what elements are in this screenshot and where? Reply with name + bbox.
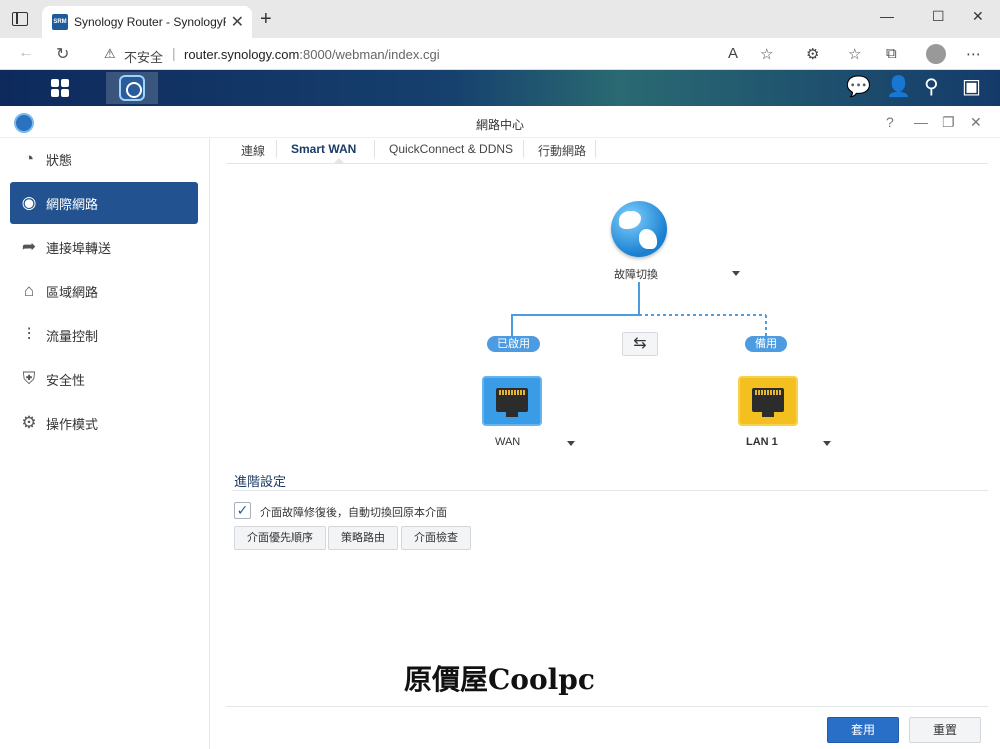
- refresh-icon[interactable]: ↻: [56, 44, 69, 64]
- internet-globe-icon: [611, 201, 667, 257]
- failover-mode-label: 故障切換: [614, 269, 658, 281]
- network-center-icon: [119, 75, 145, 101]
- srm-taskbar: 💬 👤 ⚲ ▣: [0, 70, 1000, 106]
- url-path: :8000/webman/index.cgi: [299, 47, 440, 62]
- favorite-add-icon[interactable]: ☆: [760, 45, 773, 63]
- insecure-label: 不安全: [124, 50, 164, 65]
- ethernet-pins: [499, 390, 525, 395]
- srm-favicon-icon: SRM: [52, 14, 68, 30]
- globe-land: [639, 229, 657, 249]
- wan-port-icon: [482, 376, 542, 426]
- widgets-icon[interactable]: ▣: [962, 74, 981, 99]
- ethernet-notch: [506, 412, 518, 417]
- help-icon[interactable]: ?: [886, 114, 894, 130]
- browser-tabstrip: SRM Synology Router - SynologyRouter ✕ +…: [0, 0, 1000, 38]
- sidebar-item-security[interactable]: ⛨ 安全性: [10, 358, 198, 400]
- policy-routing-button[interactable]: 策略路由: [328, 526, 398, 550]
- sidebar-item-port-forwarding[interactable]: ➦ 連接埠轉送: [10, 226, 198, 268]
- sidebar-item-local-network[interactable]: ⌂ 區域網路: [10, 270, 198, 312]
- sidebar-item-label: 網際網路: [46, 196, 99, 212]
- apply-button[interactable]: 套用: [827, 717, 899, 743]
- url-host: router.synology.com: [184, 47, 300, 62]
- close-window-icon[interactable]: ✕: [972, 8, 984, 25]
- more-menu-icon[interactable]: ⋯: [966, 45, 981, 63]
- sidebar: ◔ 狀態 ◉ 網際網路 ➦ 連接埠轉送 ⌂ 區域網路 ⫶ 流量控制 ⛨ 安全性 …: [0, 138, 210, 749]
- sidebar-item-operation-mode[interactable]: ⚙ 操作模式: [10, 402, 198, 444]
- wan-topology-lines: [511, 282, 767, 338]
- gauge-icon: ◔: [23, 149, 35, 168]
- collections-icon[interactable]: ⧉: [886, 45, 897, 62]
- sidebar-item-label: 安全性: [46, 372, 86, 388]
- sidebar-item-label: 區域網路: [46, 284, 99, 300]
- sidebar-item-label: 流量控制: [46, 328, 99, 344]
- ethernet-notch: [762, 412, 774, 417]
- window-title: 網路中心: [475, 118, 524, 132]
- read-aloud-icon[interactable]: A: [728, 45, 738, 62]
- minimize-icon[interactable]: —: [880, 8, 894, 24]
- address-bar-row: ← ↻ ⚠ 不安全 | router.synology.com:8000/web…: [0, 38, 1000, 70]
- url-text: router.synology.com:8000/webman/index.cg…: [184, 47, 440, 62]
- search-icon[interactable]: ⚲: [924, 74, 939, 99]
- main-menu-button[interactable]: [34, 72, 86, 104]
- profile-avatar[interactable]: [926, 44, 946, 64]
- auto-failback-checkbox[interactable]: ✓: [234, 502, 251, 519]
- reset-button[interactable]: 重置: [909, 717, 981, 743]
- advanced-settings-title: 進階設定: [234, 474, 287, 489]
- primary-status-badge: 已啟用: [487, 336, 540, 352]
- favorites-icon[interactable]: ☆: [848, 45, 861, 63]
- tab-title: Synology Router - SynologyRouter: [74, 15, 226, 29]
- globe-land: [619, 211, 641, 229]
- sidebar-item-label: 狀態: [46, 152, 73, 168]
- notifications-icon[interactable]: 💬: [846, 74, 871, 99]
- sidebar-item-status[interactable]: ◔ 狀態: [10, 138, 198, 180]
- home-network-icon: ⌂: [23, 281, 35, 300]
- extensions-icon[interactable]: ⚙: [806, 45, 819, 63]
- new-tab-icon[interactable]: +: [260, 8, 272, 31]
- window-close-icon[interactable]: ✕: [970, 114, 982, 131]
- wan-interface-label: WAN: [495, 436, 521, 448]
- wan-dropdown-chevron-icon[interactable]: [567, 441, 575, 446]
- back-icon[interactable]: ←: [18, 44, 34, 62]
- sliders-icon: ⫶: [26, 325, 32, 344]
- network-center-taskbar-button[interactable]: [106, 72, 158, 104]
- swap-interfaces-button[interactable]: ⇆: [622, 332, 658, 356]
- interface-check-button[interactable]: 介面檢查: [401, 526, 471, 550]
- url-field[interactable]: ⚠ 不安全 | router.synology.com:8000/webman/…: [90, 42, 790, 66]
- mode-dropdown-chevron-icon[interactable]: [732, 271, 740, 276]
- user-icon[interactable]: 👤: [886, 74, 911, 99]
- router-gear-icon: ⚙: [21, 413, 37, 432]
- lan-interface-label: LAN 1: [746, 436, 778, 448]
- sidebar-item-internet[interactable]: ◉ 網際網路: [10, 182, 198, 224]
- tab-close-icon[interactable]: ✕: [231, 12, 244, 32]
- tab-actions-icon[interactable]: [12, 12, 28, 26]
- interface-priority-button[interactable]: 介面優先順序: [234, 526, 326, 550]
- footer-divider: [226, 706, 988, 707]
- forward-arrow-icon: ➦: [21, 237, 37, 256]
- sidebar-item-label: 操作模式: [46, 416, 99, 432]
- grid-menu-icon: [51, 79, 69, 97]
- browser-tab[interactable]: SRM Synology Router - SynologyRouter ✕: [42, 6, 252, 38]
- auto-failback-label: 介面故障修復後，自動切換回原本介面: [260, 507, 447, 519]
- section-divider: [232, 490, 988, 491]
- window-restore-icon[interactable]: ❐: [942, 114, 955, 131]
- globe-icon: ◉: [21, 193, 37, 212]
- watermark-logo: 原價屋Coolpc: [404, 663, 595, 696]
- shield-icon: ⛨: [22, 369, 36, 388]
- window-titlebar: 網路中心 ? — ❐ ✕: [0, 108, 1000, 138]
- main-content: 連線 Smart WAN QuickConnect & DDNS 行動網路 故障…: [212, 138, 1000, 749]
- backup-status-badge: 備用: [745, 336, 787, 352]
- maximize-icon[interactable]: ☐: [932, 8, 945, 25]
- window-minimize-icon[interactable]: —: [914, 114, 928, 130]
- url-separator: |: [172, 45, 176, 61]
- sidebar-item-label: 連接埠轉送: [46, 240, 112, 256]
- warning-icon: ⚠: [104, 46, 116, 61]
- sidebar-item-traffic-control[interactable]: ⫶ 流量控制: [10, 314, 198, 356]
- ethernet-pins: [755, 390, 781, 395]
- lan-dropdown-chevron-icon[interactable]: [823, 441, 831, 446]
- lan-port-icon: [738, 376, 798, 426]
